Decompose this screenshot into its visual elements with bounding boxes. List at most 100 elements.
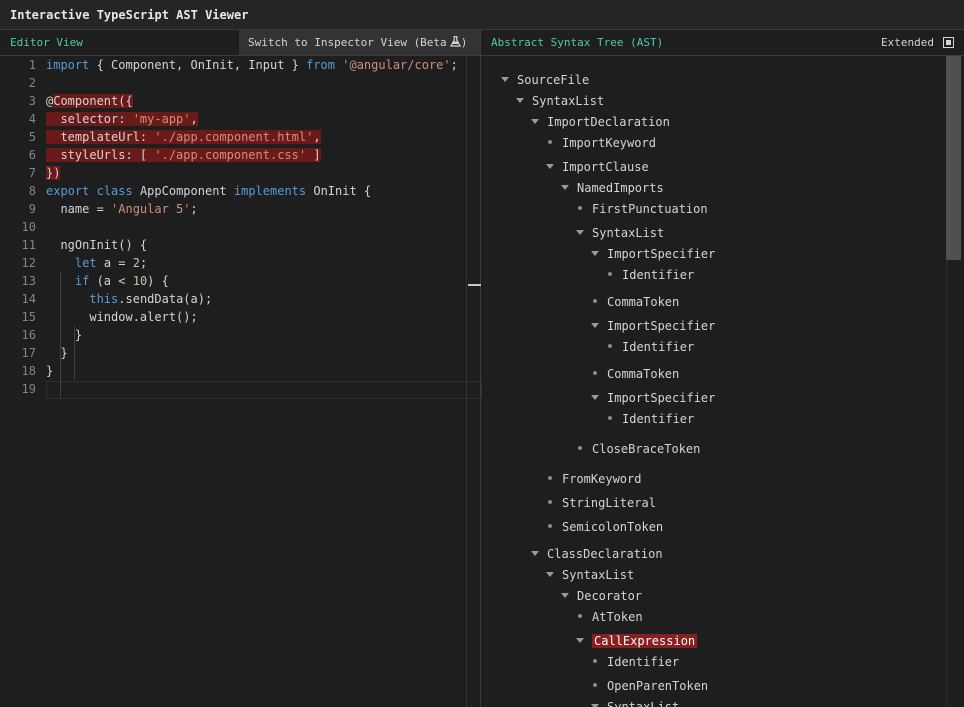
expand-arrow-icon[interactable] — [561, 185, 569, 190]
code-line[interactable]: 1 import { Component, OnInit, Input } fro… — [0, 56, 480, 74]
ast-node[interactable]: Identifier — [606, 266, 694, 284]
expand-arrow-icon[interactable] — [591, 251, 599, 256]
code-line[interactable]: 11 ngOnInit() { — [0, 236, 480, 254]
code-line[interactable]: 2 — [0, 74, 480, 92]
line-number: 14 — [21, 292, 36, 306]
ast-node-label: Identifier — [607, 655, 680, 669]
code-token: window.alert(); — [46, 310, 198, 324]
code-line[interactable]: 4 selector: 'my-app', — [0, 110, 480, 128]
expand-arrow-icon[interactable] — [576, 638, 584, 643]
ast-node[interactable]: SemicolonToken — [546, 518, 663, 536]
ast-node[interactable]: SyntaxList — [576, 224, 664, 242]
expand-arrow-icon[interactable] — [546, 164, 554, 169]
code-text: @Component({ — [46, 92, 133, 110]
switch-to-inspector-button[interactable]: Switch to Inspector View (Beta) — [239, 30, 480, 55]
code-text: styleUrls: [ './app.component.css' ] — [46, 146, 321, 164]
ast-node[interactable]: ClassDeclaration — [531, 545, 663, 563]
ast-node[interactable]: FromKeyword — [546, 470, 641, 488]
expand-arrow-icon[interactable] — [531, 551, 539, 556]
expand-arrow-icon[interactable] — [591, 395, 599, 400]
ast-node[interactable]: SyntaxList — [546, 566, 634, 584]
code-line[interactable]: 5 templateUrl: './app.component.html', — [0, 128, 480, 146]
ast-node[interactable]: CallExpression — [576, 632, 698, 650]
leaf-dot-icon — [608, 272, 612, 276]
ast-node[interactable]: ImportSpecifier — [591, 389, 715, 407]
code-token: 'Angular 5' — [111, 202, 191, 216]
code-line[interactable]: 12 let a = 2; — [0, 254, 480, 272]
ast-node[interactable]: OpenParenToken — [591, 677, 708, 695]
expand-arrow-icon[interactable] — [576, 230, 584, 235]
expand-arrow-icon[interactable] — [591, 323, 599, 328]
ast-node-label: CloseBraceToken — [592, 442, 701, 456]
switch-label: Switch to Inspector View (Beta — [248, 36, 447, 49]
line-number: 2 — [28, 76, 36, 90]
code-token: let — [74, 256, 97, 270]
expand-arrow-icon[interactable] — [561, 593, 569, 598]
ast-node-label: SourceFile — [517, 73, 590, 87]
line-number: 5 — [28, 130, 36, 144]
code-line[interactable]: 17 } — [0, 344, 480, 362]
expand-arrow-icon[interactable] — [546, 572, 554, 577]
code-line[interactable]: 10 — [0, 218, 480, 236]
ast-scrollbar-thumb[interactable] — [946, 56, 961, 260]
extended-checkbox[interactable] — [943, 37, 954, 48]
ast-node[interactable]: ImportKeyword — [546, 134, 656, 152]
ast-node[interactable]: Identifier — [606, 410, 694, 428]
code-editor[interactable]: 1 import { Component, OnInit, Input } fro… — [0, 56, 482, 707]
ast-node[interactable]: ImportSpecifier — [591, 317, 715, 335]
ast-node[interactable]: Identifier — [606, 338, 694, 356]
code-line[interactable]: 14 this.sendData(a); — [0, 290, 480, 308]
leaf-dot-icon — [578, 614, 582, 618]
code-text: ngOnInit() { — [46, 236, 147, 254]
ast-node-label: ImportKeyword — [562, 136, 656, 150]
ast-node[interactable]: CloseBraceToken — [576, 440, 700, 458]
code-line[interactable]: 8 export class AppComponent implements On… — [0, 182, 480, 200]
ast-node[interactable]: ImportSpecifier — [591, 245, 715, 263]
code-line[interactable]: 15 window.alert(); — [0, 308, 480, 326]
code-line[interactable]: 3 @Component({ — [0, 92, 480, 110]
ast-node[interactable]: CommaToken — [591, 293, 679, 311]
ast-node[interactable]: FirstPunctuation — [576, 200, 708, 218]
ast-node[interactable]: NamedImports — [561, 179, 664, 197]
code-line[interactable]: 7}) — [0, 164, 480, 182]
ast-node[interactable]: StringLiteral — [546, 494, 656, 512]
code-line[interactable]: 18} — [0, 362, 480, 380]
line-number: 16 — [21, 328, 36, 342]
code-line[interactable]: 9 name = 'Angular 5'; — [0, 200, 480, 218]
ast-node-label: CommaToken — [607, 295, 680, 309]
code-line[interactable]: 19 — [0, 380, 480, 398]
ast-node-label: Decorator — [577, 589, 643, 603]
ast-node[interactable]: Identifier — [591, 653, 679, 671]
ast-node[interactable]: SyntaxList — [591, 698, 679, 707]
ast-node-label: Identifier — [622, 268, 695, 282]
expand-arrow-icon[interactable] — [531, 119, 539, 124]
ast-node[interactable]: AtToken — [576, 608, 643, 626]
code-line[interactable]: 13 if (a < 10) { — [0, 272, 480, 290]
ast-node[interactable]: SourceFile — [501, 71, 589, 89]
ast-node-label: SemicolonToken — [562, 520, 664, 534]
code-token: }) — [46, 166, 61, 180]
ast-node-label: SyntaxList — [592, 226, 665, 240]
ast-node-label: Identifier — [622, 412, 695, 426]
ast-node[interactable]: SyntaxList — [516, 92, 604, 110]
code-line[interactable]: 16 } — [0, 326, 480, 344]
ast-node[interactable]: ImportDeclaration — [531, 113, 670, 131]
expand-arrow-icon[interactable] — [501, 77, 509, 82]
expand-arrow-icon[interactable] — [516, 98, 524, 103]
line-number: 11 — [21, 238, 36, 252]
code-token: templateUrl: — [46, 130, 155, 144]
line-number: 9 — [28, 202, 36, 216]
ast-node-label: SyntaxList — [532, 94, 605, 108]
ast-node[interactable]: ImportClause — [546, 158, 649, 176]
code-token: (a < — [89, 274, 133, 288]
code-token: ; — [450, 58, 458, 72]
ast-node[interactable]: CommaToken — [591, 365, 679, 383]
ast-node-label: ImportDeclaration — [547, 115, 670, 129]
ast-node[interactable]: Decorator — [561, 587, 642, 605]
code-line[interactable]: 6 styleUrls: [ './app.component.css' ] — [0, 146, 480, 164]
ast-node-label: FromKeyword — [562, 472, 642, 486]
ast-tree[interactable]: SourceFile SyntaxList ImportDeclaration Imp… — [481, 56, 946, 707]
ast-node-label: NamedImports — [577, 181, 664, 195]
line-number: 8 — [28, 184, 36, 198]
